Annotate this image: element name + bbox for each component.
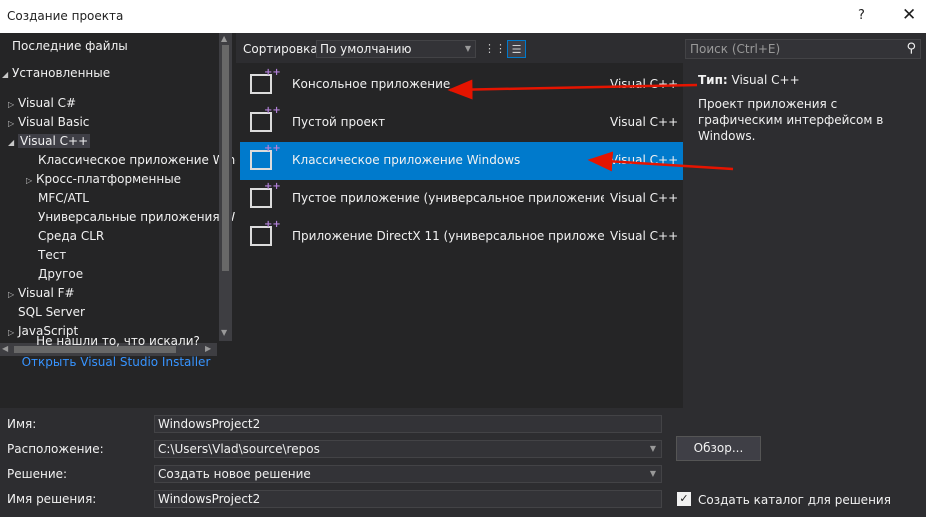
search-input[interactable]: Поиск (Ctrl+E) ⚲ (685, 39, 921, 59)
cpp-badge-icon: ++ (264, 143, 281, 154)
location-input[interactable]: C:\Users\Vlad\source\repos ▼ (154, 440, 662, 458)
tree-item-label: Тест (38, 248, 67, 262)
type-row: Тип: Visual C++ (698, 73, 800, 87)
template-row[interactable]: ++ Консольное приложение Visual C++ (240, 66, 683, 104)
tree-item-label: SQL Server (18, 305, 85, 319)
template-name: Консольное приложение (292, 77, 451, 91)
expand-arrow-icon[interactable]: ▷ (8, 95, 18, 114)
type-label: Тип: (698, 73, 728, 87)
expand-arrow-icon[interactable]: ▷ (8, 114, 18, 133)
tree-vertical-scrollbar[interactable]: ▲ ▼ (219, 33, 232, 341)
tree-item-label: Кросс-платформенные (36, 172, 182, 186)
grid-view-icon: ⋮⋮ (484, 42, 506, 55)
cpp-badge-icon: ++ (264, 219, 281, 230)
chevron-down-icon[interactable]: ▼ (650, 441, 656, 457)
browse-button[interactable]: Обзор... (676, 436, 761, 461)
solution-name-input[interactable]: WindowsProject2 (154, 490, 662, 508)
sort-dropdown[interactable]: По умолчанию ▼ (316, 40, 476, 58)
tree-item-label: Другое (38, 267, 84, 281)
console-app-icon: ++ (250, 67, 281, 94)
directx-app-icon: ++ (250, 219, 281, 246)
tree-item[interactable]: ▷ Visual Basic (8, 113, 89, 132)
template-name: Пустое приложение (универсальное приложе… (292, 191, 604, 205)
window-title: Создание проекта (7, 9, 124, 23)
tree-item[interactable]: Последние файлы (2, 37, 128, 56)
tree-item[interactable]: MFC/ATL (28, 189, 89, 208)
tree-item[interactable]: Другое (28, 265, 83, 284)
tree-item-label: Среда CLR (38, 229, 105, 243)
tree-item[interactable]: ▷ Visual C# (8, 94, 76, 113)
scroll-up-icon[interactable]: ▲ (221, 34, 227, 43)
location-value: C:\Users\Vlad\source\repos (158, 442, 320, 456)
solution-dropdown[interactable]: Создать новое решение ▼ (154, 465, 662, 483)
tree-item-label: Классическое приложение Wind (38, 153, 243, 167)
tree-item-label: Visual Basic (18, 115, 90, 129)
tree-item-label: Последние файлы (12, 39, 128, 53)
template-row[interactable]: ++ Пустой проект Visual C++ (240, 104, 683, 142)
search-icon[interactable]: ⚲ (906, 40, 916, 58)
scroll-thumb[interactable] (222, 45, 229, 271)
help-icon[interactable]: ? (858, 8, 865, 23)
sort-label: Сортировка: (243, 42, 322, 56)
expand-arrow-icon[interactable]: ▷ (26, 171, 36, 190)
template-language: Visual C++ (610, 153, 679, 167)
cpp-badge-icon: ++ (264, 181, 281, 192)
create-dir-label: Создать каталог для решения (698, 493, 891, 507)
cpp-badge-icon: ++ (264, 105, 281, 116)
tree-item[interactable]: ◢ Установленные (2, 64, 110, 83)
template-name: Классическое приложение Windows (292, 153, 521, 167)
close-icon[interactable]: ✕ (902, 5, 916, 25)
cpp-badge-icon: ++ (264, 67, 281, 78)
tree-item[interactable]: ◢ Visual C++ (8, 132, 91, 152)
title-bar: Создание проекта ? ✕ (0, 0, 926, 33)
create-dir-checkbox[interactable]: ✓ (677, 492, 691, 506)
tree-item-label: Visual C# (18, 96, 77, 110)
solution-name-label: Имя решения: (7, 492, 97, 506)
details-panel (683, 33, 926, 408)
empty-project-icon: ++ (250, 105, 281, 132)
tree-item[interactable]: ▷ Visual F# (8, 284, 75, 303)
list-view-icon: ☰ (511, 43, 522, 56)
template-name: Пустой проект (292, 115, 386, 129)
name-input[interactable]: WindowsProject2 (154, 415, 662, 433)
solution-label: Решение: (7, 467, 68, 481)
tree-item-label: MFC/ATL (38, 191, 89, 205)
expand-arrow-icon[interactable]: ▷ (8, 285, 18, 304)
sort-value: По умолчанию (320, 42, 412, 56)
tree-item[interactable]: SQL Server (8, 303, 85, 322)
collapse-arrow-icon[interactable]: ◢ (2, 65, 12, 84)
template-row[interactable]: ++ Приложение DirectX 11 (универсальное п… (240, 218, 683, 256)
empty-uwp-app-icon: ++ (250, 181, 281, 208)
collapse-arrow-icon[interactable]: ◢ (8, 133, 18, 152)
template-row[interactable]: ++ Классическое приложение Windows Visual … (240, 142, 683, 180)
location-label: Расположение: (7, 442, 104, 456)
template-row[interactable]: ++ Пустое приложение (универсальное прило… (240, 180, 683, 218)
grid-view-button[interactable]: ⋮⋮ (484, 40, 506, 58)
not-found-text: Не нашли то, что искали? (36, 334, 200, 348)
search-placeholder: Поиск (Ctrl+E) (690, 42, 781, 56)
template-name: Приложение DirectX 11 (универсальное при… (292, 229, 604, 243)
solution-value: Создать новое решение (158, 467, 311, 481)
tree-item[interactable]: ▷ Кросс-платформенные (26, 170, 181, 189)
template-language: Visual C++ (610, 229, 679, 243)
template-language: Visual C++ (610, 115, 679, 129)
template-language: Visual C++ (610, 77, 679, 91)
chevron-down-icon: ▼ (649, 469, 656, 478)
template-language: Visual C++ (610, 191, 679, 205)
template-description: Проект приложения с графическим интерфей… (698, 97, 884, 143)
windows-desktop-app-icon: ++ (250, 143, 281, 170)
tree-item-label: Установленные (12, 66, 111, 80)
list-view-button[interactable]: ☰ (507, 40, 526, 58)
tree-item-label: Visual C++ (18, 134, 91, 148)
tree-item[interactable]: Универсальные приложения Wir (28, 208, 243, 227)
tree-item[interactable]: Тест (28, 246, 66, 265)
tree-item[interactable]: Среда CLR (28, 227, 104, 246)
tree-item-label: Visual F# (18, 286, 75, 300)
type-value: Visual C++ (731, 73, 800, 87)
tree-item[interactable]: Классическое приложение Wind (28, 151, 243, 170)
open-installer-link[interactable]: Открыть Visual Studio Installer (0, 355, 232, 369)
tree-item-label: Универсальные приложения Wir (38, 210, 244, 224)
name-label: Имя: (7, 417, 37, 431)
chevron-down-icon: ▼ (464, 44, 471, 53)
